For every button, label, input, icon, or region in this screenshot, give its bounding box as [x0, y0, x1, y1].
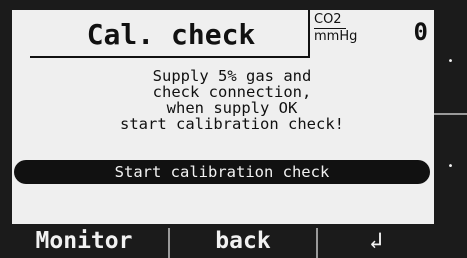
message-line: check connection,: [152, 83, 312, 101]
back-label: back: [215, 228, 271, 254]
back-softkey[interactable]: back: [170, 224, 316, 258]
page-title: Cal. check: [86, 17, 256, 51]
side-key-lower[interactable]: •: [434, 115, 467, 217]
start-calibration-check-label: Start calibration check: [114, 163, 330, 181]
message-line: start calibration check!: [120, 115, 344, 133]
side-key-column: • •: [434, 0, 467, 258]
monitor-label: Monitor: [35, 228, 133, 254]
instruction-message: Supply 5% gas and check connection, when…: [32, 68, 432, 132]
title-divider: [308, 10, 310, 58]
softkey-bar: Monitor back ↲: [0, 224, 434, 258]
message-line: when supply OK: [166, 99, 298, 117]
co2-value: 0: [413, 18, 428, 46]
enter-icon: ↲: [369, 228, 383, 254]
side-key-upper[interactable]: •: [434, 10, 467, 112]
display-screen: Cal. check CO2 mmHg 0 Supply 5% gas and …: [12, 10, 434, 224]
parameter-unit: mmHg: [314, 29, 358, 44]
start-calibration-check-button[interactable]: Start calibration check: [14, 160, 430, 184]
top-frame: [0, 0, 467, 10]
left-frame: [0, 0, 12, 258]
enter-softkey[interactable]: ↲: [318, 224, 434, 258]
bullet-icon: •: [447, 160, 454, 172]
message-line: Supply 5% gas and: [152, 67, 312, 85]
monitor-softkey[interactable]: Monitor: [0, 224, 168, 258]
parameter-name: CO2: [314, 12, 346, 29]
title-underline: [30, 56, 310, 58]
bullet-icon: •: [447, 55, 454, 67]
co2-unit-label: CO2 mmHg: [314, 12, 364, 52]
